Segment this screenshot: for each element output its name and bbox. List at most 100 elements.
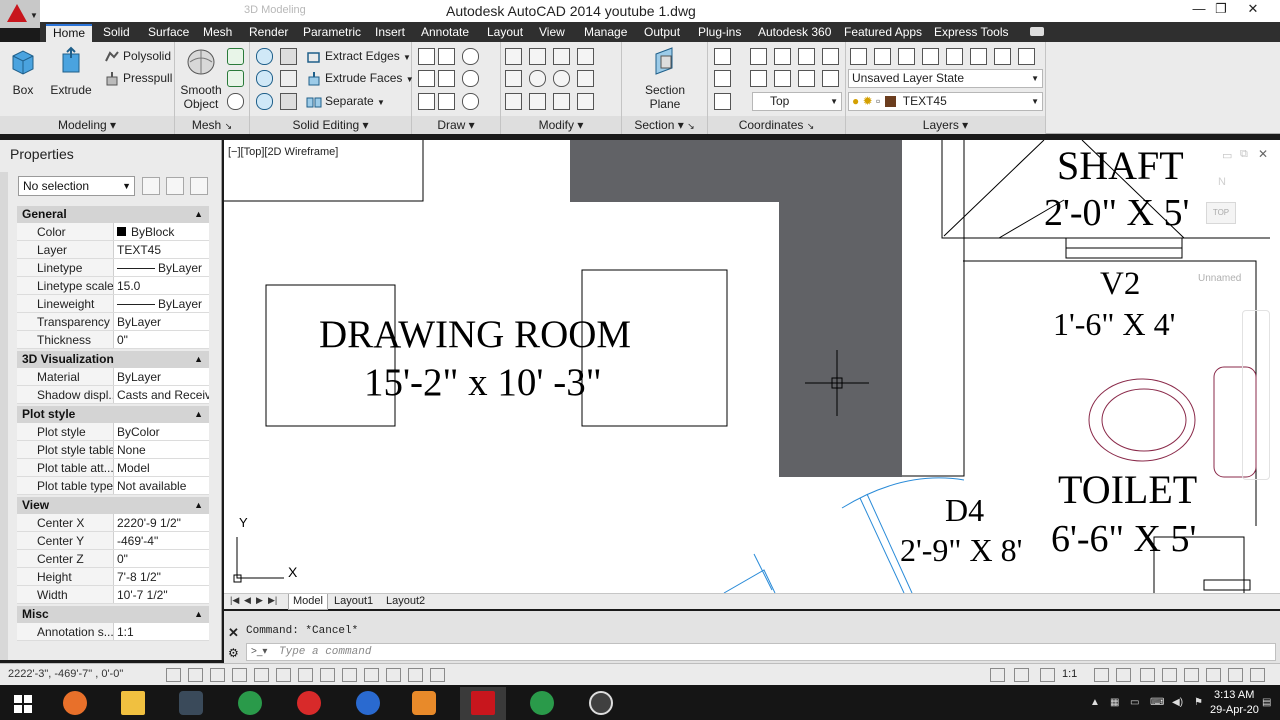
tray-volume-icon[interactable]: ◀) [1172,697,1183,708]
viewport-close-icon[interactable]: ✕ [1258,147,1268,161]
quick-select-icon[interactable] [190,177,208,195]
layer-dropdown[interactable]: ● ✹ ▫ TEXT45 ▼ [848,92,1043,111]
notifications-icon[interactable]: ▤ [1262,697,1271,708]
taskbar-chrome-2[interactable] [519,687,565,720]
interfere-icon[interactable] [280,48,297,65]
ortho-mode-icon[interactable] [232,668,247,682]
lock-ui-icon[interactable] [1162,668,1177,682]
construction-line-icon[interactable] [438,70,455,87]
layer-properties-icon[interactable] [850,48,867,65]
trim-icon[interactable] [577,48,594,65]
tab-featured-apps[interactable]: Featured Apps [837,24,929,42]
section-plane-button[interactable]: Section Plane [642,46,688,111]
tray-flag-icon[interactable]: ⚑ [1194,697,1203,708]
polar-tracking-icon[interactable] [254,668,269,682]
offset-icon[interactable] [577,70,594,87]
rotate-icon[interactable] [553,70,570,87]
property-row[interactable]: Linetype scale 15.0 [17,277,209,295]
property-row[interactable]: Annotation s... 1:1 [17,623,209,641]
ucs-icon[interactable] [714,48,731,65]
prev-tab-icon[interactable]: ◀ [244,595,251,606]
workspace-switching-icon[interactable] [1140,668,1155,682]
ribbon-minimize-toggle-icon[interactable] [1030,27,1044,36]
circle-icon[interactable] [462,70,479,87]
property-row[interactable]: Plot table type Not available [17,477,209,495]
line-icon[interactable] [418,48,435,65]
mesh-box-icon[interactable] [227,48,244,65]
presspull-button[interactable]: Presspull [104,69,172,87]
viewport-minimize-icon[interactable]: ▭ [1222,149,1232,162]
property-row[interactable]: Height 7'-8 1/2" [17,568,209,586]
status-menu-icon[interactable] [1250,668,1265,682]
tab-render[interactable]: Render [242,24,295,42]
viewcube-top[interactable]: TOP [1206,202,1236,224]
toggle-pickadd-icon[interactable] [142,177,160,195]
intersect-icon[interactable] [256,93,273,110]
annotation-scale-icon[interactable] [1040,668,1055,682]
section-misc[interactable]: Misc ▲ [17,606,209,623]
taskbar-autocad[interactable] [460,687,506,720]
polyline-icon[interactable] [438,48,455,65]
polygon-icon[interactable] [418,93,435,110]
ellipse-icon[interactable] [462,93,479,110]
extrude-faces-button[interactable]: Extrude Faces ▼ [306,69,414,87]
tray-keyboard-icon[interactable]: ⌨ [1150,697,1164,708]
section-3d-visualization[interactable]: 3D Visualization ▲ [17,351,209,368]
tab-annotate[interactable]: Annotate [414,24,476,42]
dynamic-ucs-icon[interactable] [342,668,357,682]
taskbar-obs[interactable] [578,687,624,720]
box-button[interactable]: Box [4,46,42,97]
first-tab-icon[interactable]: |◀ [230,595,239,606]
command-prompt-icon[interactable]: >_▾ [251,646,267,657]
coordinates-panel-title[interactable]: Coordinates ↘ [708,116,845,134]
tab-output[interactable]: Output [637,24,687,42]
property-row[interactable]: Plot table att... Model [17,459,209,477]
property-row[interactable]: Plot style ByColor [17,423,209,441]
ucs-object-icon[interactable] [774,70,791,87]
taskbar-file-explorer[interactable] [110,687,156,720]
isolate-objects-icon[interactable] [1206,668,1221,682]
tab-view[interactable]: View [532,24,572,42]
navigation-bar[interactable] [1242,310,1270,480]
mirror-icon[interactable] [529,93,546,110]
fillet-icon[interactable] [505,48,522,65]
tab-home[interactable]: Home [46,24,93,42]
refine-mesh-icon[interactable] [227,93,244,110]
selection-dropdown[interactable]: No selection ▼ [18,176,135,196]
property-row[interactable]: Color ByBlock [17,223,209,241]
tab-plugins[interactable]: Plug-ins [691,24,748,42]
smooth-object-button[interactable]: Smooth Object [179,46,223,111]
auto-scale-icon[interactable] [1116,668,1131,682]
select-objects-icon[interactable] [166,177,184,195]
viewcube[interactable]: N TOP [1192,176,1236,256]
copy-icon[interactable] [553,93,570,110]
tab-layout[interactable]: Layout [480,24,530,42]
tab-parametric[interactable]: Parametric [296,24,368,42]
viewport-controls[interactable]: [−][Top][2D Wireframe] [228,146,338,158]
application-menu-button[interactable]: ▼ [0,0,40,28]
property-row[interactable]: Material ByLayer [17,368,209,386]
close-button[interactable]: ✕ [1238,0,1268,20]
clean-screen-icon[interactable] [1228,668,1243,682]
close-icon[interactable]: ✕ [228,625,239,641]
property-row[interactable]: Linetype ByLayer [17,259,209,277]
separate-button[interactable]: Separate ▼ [306,92,385,110]
property-row[interactable]: Center Z 0" [17,550,209,568]
property-row[interactable]: Shadow displ...Casts and Receiv... [17,386,209,404]
ucs-origin-icon[interactable] [714,70,731,87]
modeling-panel-title[interactable]: Modeling ▾ [0,116,174,134]
spline-icon[interactable] [418,70,435,87]
next-tab-icon[interactable]: ▶ [256,595,263,606]
edit-icon[interactable] [505,93,522,110]
ucs-3point-icon[interactable] [798,70,815,87]
tab-express-tools[interactable]: Express Tools [927,24,1015,42]
extrude-button[interactable]: Extrude [48,46,94,97]
ucs-menu[interactable]: Unnamed [1198,273,1241,284]
hardware-acceleration-icon[interactable] [1184,668,1199,682]
quick-view-layouts-icon[interactable] [1014,668,1029,682]
object-snap-icon[interactable] [276,668,291,682]
ucs-world-icon[interactable] [750,48,767,65]
customize-icon[interactable]: ⚙ [228,646,239,660]
viewport-maximize-icon[interactable]: ⧉ [1240,148,1248,161]
arc-icon[interactable] [462,48,479,65]
